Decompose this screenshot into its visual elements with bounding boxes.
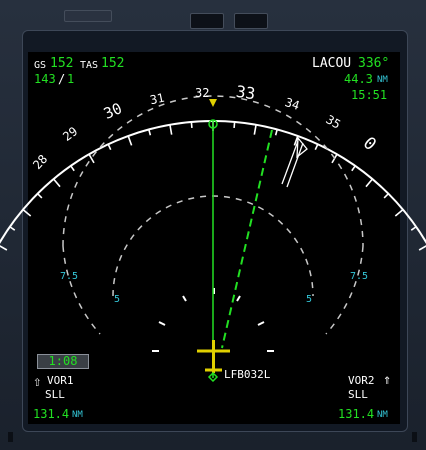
vor2-unit: NM <box>377 410 388 420</box>
compass-tick <box>148 129 152 136</box>
compass-tick <box>190 121 193 128</box>
compass-tick <box>107 143 112 151</box>
waypoint-distance: 44.3 <box>344 72 373 86</box>
compass-tick <box>365 178 374 188</box>
vor1-ident: SLL <box>45 388 65 401</box>
compass-tick <box>410 226 417 231</box>
wind-separator: / <box>58 72 66 86</box>
range-label-inner-right: 5 <box>306 294 313 305</box>
compass-tick <box>22 208 32 217</box>
vor2-label: VOR2 <box>348 374 375 387</box>
compass-tick <box>418 245 426 251</box>
range-arc-outer-left <box>62 245 101 335</box>
compass-tick <box>233 121 236 128</box>
compass-tick <box>37 193 43 199</box>
vor2-distance: 131.4 <box>338 407 375 421</box>
heading-pointer <box>209 99 217 107</box>
vor1-distance: 131.4 <box>33 407 70 421</box>
tas-value: 152 <box>101 56 125 71</box>
compass-label-33: 33 <box>234 81 257 104</box>
compass-tick <box>274 129 278 136</box>
compass-tick <box>351 165 356 172</box>
range-label-inner-left: 5 <box>114 294 121 305</box>
compass-tick <box>70 165 75 172</box>
gs-label: GS <box>34 60 47 71</box>
compass-label-31: 31 <box>148 90 166 108</box>
compass-tick <box>0 245 8 251</box>
waypoint-bearing: 336° <box>358 56 390 71</box>
compass-tick <box>314 143 319 151</box>
compass-label-32: 32 <box>195 86 210 100</box>
tas-label: TAS <box>80 60 99 71</box>
compass-tick <box>52 178 61 188</box>
compass-tick <box>127 135 133 146</box>
waypoint-name: LACOU <box>312 56 352 71</box>
vor1-arrow-icon: ⇧ <box>33 374 42 390</box>
range-label-outer-left: 7.5 <box>60 271 79 282</box>
chrono-display: 1:08 <box>37 354 89 369</box>
vor1-unit: NM <box>72 410 83 420</box>
vor2-arrow-icon: ⇑ <box>383 372 392 388</box>
wind-direction: 143 <box>34 72 56 86</box>
vor2-ident: SLL <box>348 388 368 401</box>
range-label-outer-right: 7.5 <box>350 271 369 282</box>
compass-tick <box>9 226 16 231</box>
gs-value: 152 <box>50 56 74 71</box>
compass-tick <box>253 124 257 135</box>
fix-label: LFB032L <box>224 368 271 381</box>
compass-tick <box>383 193 389 199</box>
vor1-label: VOR1 <box>47 374 74 387</box>
waypoint-eta: 15:51 <box>351 88 388 102</box>
range-arc-outer-right <box>325 245 364 335</box>
waypoint-distance-unit: NM <box>377 75 388 85</box>
compass-tick <box>394 208 404 217</box>
wind-speed: 1 <box>67 72 75 86</box>
compass-tick <box>169 124 173 135</box>
